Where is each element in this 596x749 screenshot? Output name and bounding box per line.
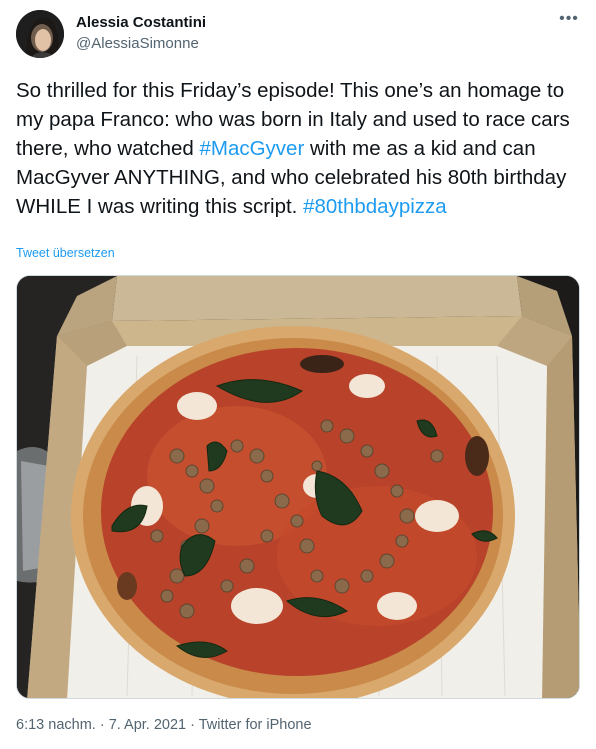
tweet-date[interactable]: 7. Apr. 2021 bbox=[109, 717, 186, 733]
hashtag-link[interactable]: #80thbdaypizza bbox=[303, 195, 447, 218]
hashtag-link[interactable]: #MacGyver bbox=[199, 137, 304, 160]
tweet: Alessia Costantini @AlessiaSimonne ••• S… bbox=[0, 0, 596, 749]
tweet-time[interactable]: 6:13 nachm. bbox=[16, 717, 96, 733]
tweet-metadata: 6:13 nachm. · 7. Apr. 2021 · Twitter for… bbox=[16, 717, 312, 733]
tweet-photo[interactable] bbox=[16, 275, 580, 699]
separator: · bbox=[95, 717, 109, 733]
separator: · bbox=[186, 717, 199, 733]
author-name[interactable]: Alessia Costantini bbox=[76, 14, 206, 31]
avatar[interactable] bbox=[16, 10, 64, 58]
ellipsis-icon[interactable]: ••• bbox=[556, 10, 582, 32]
tweet-text: So thrilled for this Friday’s episode! T… bbox=[16, 76, 576, 221]
pizza-photo bbox=[17, 276, 579, 698]
translate-tweet-link[interactable]: Tweet übersetzen bbox=[16, 246, 115, 260]
tweet-source[interactable]: Twitter for iPhone bbox=[199, 717, 312, 733]
author-handle[interactable]: @AlessiaSimonne bbox=[76, 35, 199, 52]
